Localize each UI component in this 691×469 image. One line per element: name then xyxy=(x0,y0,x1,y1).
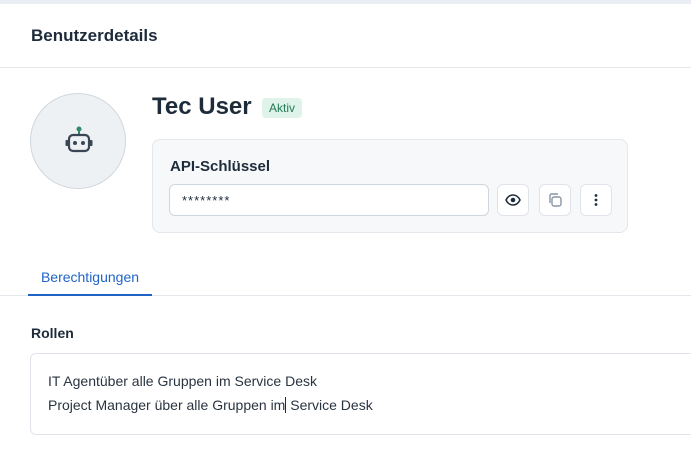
tab-bar: Berechtigungen xyxy=(0,258,691,296)
copy-icon xyxy=(549,193,562,207)
more-options-button[interactable] xyxy=(580,184,612,216)
roles-label: Rollen xyxy=(31,325,74,341)
status-badge: Aktiv xyxy=(262,98,303,118)
copy-key-button[interactable] xyxy=(539,184,571,216)
more-vertical-icon xyxy=(594,194,598,206)
user-name: Tec User xyxy=(152,93,252,120)
show-key-button[interactable] xyxy=(497,184,529,216)
tab-berechtigungen[interactable]: Berechtigungen xyxy=(28,258,152,296)
role-line-2: Project Manager über alle Gruppen im Ser… xyxy=(48,397,373,413)
robot-icon xyxy=(65,126,93,153)
avatar xyxy=(30,93,126,189)
eye-icon xyxy=(505,194,521,206)
api-key-title: API-Schlüssel xyxy=(170,158,271,175)
role-line-1: IT Agentüber alle Gruppen im Service Des… xyxy=(48,373,317,389)
role-line-2-text-after-caret: Service Desk xyxy=(286,397,373,413)
api-key-input[interactable] xyxy=(169,184,489,216)
roles-textarea[interactable]: IT Agentüber alle Gruppen im Service Des… xyxy=(30,353,691,435)
page-header: Benutzerdetails xyxy=(0,4,691,68)
role-line-2-text-before-caret: Project Manager über alle Gruppen im xyxy=(48,397,286,413)
api-key-card: API-Schlüssel xyxy=(152,139,628,233)
page-title: Benutzerdetails xyxy=(31,26,158,45)
